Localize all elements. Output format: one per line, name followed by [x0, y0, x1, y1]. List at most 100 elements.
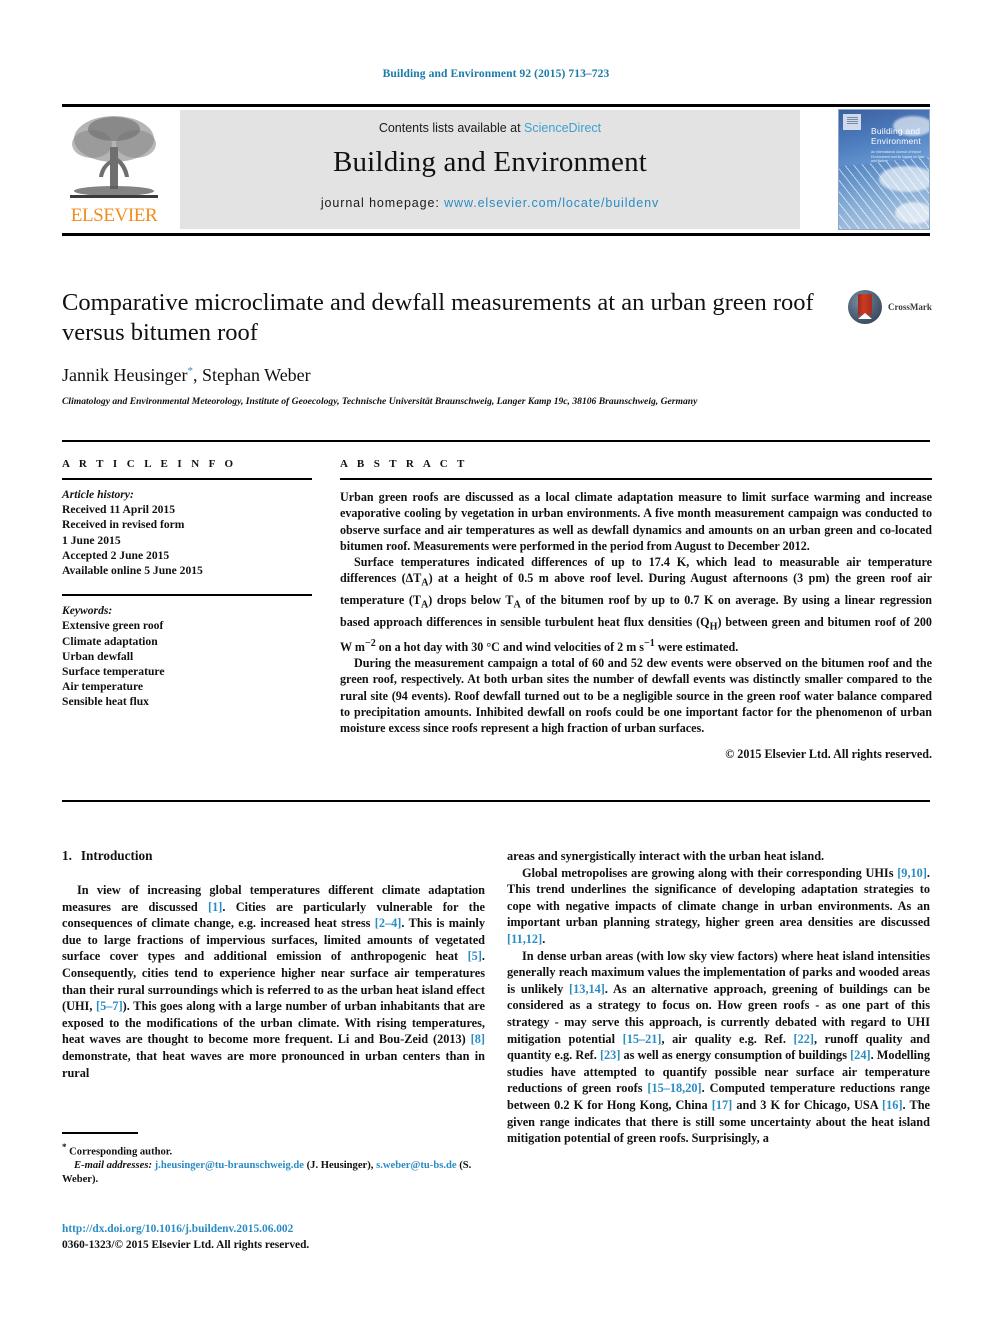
citation-link[interactable]: [2–4] — [375, 916, 402, 930]
keywords-label: Keywords: — [62, 604, 113, 618]
article-info-heading: A R T I C L E I N F O — [62, 458, 237, 470]
superscript-minus1: −1 — [644, 637, 655, 649]
citation-link[interactable]: [11,12] — [507, 932, 542, 946]
keywords-list: Keywords: Extensive green roof Climate a… — [62, 603, 312, 709]
keyword-item: Sensible heat flux — [62, 695, 149, 709]
email-addresses: E-mail addresses: j.heusinger@tu-braunsc… — [62, 1159, 485, 1187]
corresponding-author-label: Corresponding author. — [66, 1146, 173, 1158]
citation-link[interactable]: [5] — [468, 949, 482, 963]
text-frag: demonstrate, that heat waves are more pr… — [62, 1048, 485, 1080]
citation-link[interactable]: [13,14] — [569, 982, 605, 996]
sciencedirect-link[interactable]: ScienceDirect — [524, 121, 601, 135]
homepage-prefix: journal homepage: — [320, 196, 445, 210]
subscript-A: A — [513, 599, 521, 611]
text-frag: as well as energy consumption of buildin… — [620, 1048, 851, 1063]
keyword-item: Climate adaptation — [62, 634, 158, 648]
cover-cloud-icon — [895, 202, 929, 224]
email-link-1[interactable]: j.heusinger@tu-braunschweig.de — [155, 1160, 304, 1171]
citation-link[interactable]: [5–7] — [96, 999, 123, 1013]
abstract-body: Urban green roofs are discussed as a loc… — [340, 489, 932, 763]
cover-elsevier-mark — [843, 114, 861, 130]
journal-title: Building and Environment — [332, 146, 648, 178]
paper-page: Building and Environment 92 (2015) 713–7… — [0, 0, 992, 1323]
citation-link[interactable]: [8] — [471, 1032, 485, 1046]
section-title-introduction: 1. Introduction — [62, 848, 485, 864]
crossmark-arrow-icon — [858, 313, 872, 319]
citation-link[interactable]: [1] — [208, 900, 222, 914]
citation-link[interactable]: [9,10] — [897, 866, 927, 880]
footnote-block: * Corresponding author. E-mail addresses… — [62, 1132, 485, 1187]
text-frag: and 3 K for Chicago, USA — [732, 1097, 883, 1112]
paragraph: In dense urban areas (with low sky view … — [507, 948, 930, 1147]
abstract-paragraph: During the measurement campaign a total … — [340, 655, 932, 736]
citation-link[interactable]: [24] — [850, 1048, 871, 1062]
cover-cloud-icon — [879, 166, 929, 192]
crossmark-icon — [848, 290, 882, 324]
paragraph: areas and synergistically interact with … — [507, 849, 825, 863]
history-item: Available online 5 June 2015 — [62, 564, 203, 578]
journal-homepage-link[interactable]: www.elsevier.com/locate/buildenv — [444, 196, 659, 210]
journal-homepage-line: journal homepage: www.elsevier.com/locat… — [180, 196, 800, 210]
keyword-item: Surface temperature — [62, 665, 165, 679]
abstract-heading: A B S T R A C T — [340, 458, 468, 470]
body-column-left: 1. Introduction In view of increasing glo… — [62, 848, 485, 1081]
email-owner-1: (J. Heusinger), — [304, 1160, 377, 1172]
authors-names: Jannik Heusinger — [62, 365, 188, 385]
abstract-paragraph: Urban green roofs are discussed as a loc… — [340, 490, 932, 553]
crossmark-book-icon — [858, 294, 872, 315]
citation-link[interactable]: [23] — [600, 1048, 621, 1062]
text-frag: , air quality e.g. Ref. — [661, 1031, 794, 1046]
elsevier-logo: ELSEVIER — [62, 109, 166, 231]
cover-subtitle: An International Journal of Indoor Envir… — [871, 150, 925, 164]
footer-block: http://dx.doi.org/10.1016/j.buildenv.201… — [62, 1222, 532, 1253]
footnote-text: * Corresponding author. E-mail addresses… — [62, 1140, 485, 1188]
introduction-text-right: areas and synergistically interact with … — [507, 848, 930, 1147]
citation-link[interactable]: [16] — [882, 1098, 903, 1112]
author-list: Jannik Heusinger*, Stephan Weber — [62, 365, 832, 386]
keyword-item: Urban dewfall — [62, 649, 134, 663]
journal-masthead: ELSEVIER Contents lists available at Sci… — [62, 104, 930, 236]
doi-link[interactable]: http://dx.doi.org/10.1016/j.buildenv.201… — [62, 1222, 532, 1238]
contents-prefix: Contents lists available at — [378, 121, 525, 135]
keyword-item: Air temperature — [62, 680, 144, 694]
history-item: Received in revised form — [62, 518, 185, 532]
divider-below-abstract — [62, 800, 930, 802]
citation-link[interactable]: [15–21] — [623, 1032, 662, 1046]
running-head: Building and Environment 92 (2015) 713–7… — [382, 68, 610, 80]
cover-title-line2: Environment — [871, 136, 921, 146]
divider — [340, 478, 932, 480]
footnote-divider — [62, 1132, 138, 1134]
paragraph: Global metropolises are growing along wi… — [507, 865, 930, 948]
section-number: 1. — [62, 848, 72, 863]
abstract-paragraph: Surface temperatures indicated differenc… — [340, 554, 932, 655]
crossmark-badge[interactable]: CrossMark — [848, 290, 938, 326]
affiliation: Climatology and Environmental Meteorolog… — [62, 396, 698, 407]
divider — [62, 478, 312, 480]
citation-link[interactable]: [22] — [793, 1032, 814, 1046]
article-info-section: A R T I C L E I N F O Article history: R… — [62, 458, 312, 710]
email-link-2[interactable]: s.weber@tu-bs.de — [376, 1160, 456, 1171]
history-item: 1 June 2015 — [62, 533, 121, 547]
abstract-frag: on a hot day with 30 °C and wind velocit… — [375, 639, 645, 654]
divider — [62, 594, 312, 597]
page-title: Comparative microclimate and dewfall mea… — [62, 289, 814, 346]
journal-cover-thumbnail: Building and Environment An Internationa… — [838, 109, 930, 230]
citation-link[interactable]: [15–18,20] — [647, 1081, 701, 1095]
issn-copyright: 0360-1323/© 2015 Elsevier Ltd. All right… — [62, 1238, 310, 1251]
history-item: Received 11 April 2015 — [62, 503, 176, 517]
email-label: E-mail addresses: — [74, 1160, 152, 1172]
copyright-line: © 2015 Elsevier Ltd. All rights reserved… — [725, 747, 932, 762]
sciencedirect-band: Contents lists available at ScienceDirec… — [180, 110, 800, 229]
keyword-item: Extensive green roof — [62, 619, 164, 633]
cover-title: Building and Environment — [871, 126, 921, 146]
text-frag: ). This goes along with a large number o… — [62, 999, 485, 1047]
citation-link[interactable]: [17] — [712, 1098, 733, 1112]
body-column-right: areas and synergistically interact with … — [507, 848, 930, 1147]
superscript-minus2: −2 — [364, 637, 376, 649]
authors-rest: , Stephan Weber — [192, 365, 311, 385]
article-history: Article history: Received 11 April 2015 … — [62, 487, 312, 578]
corresponding-author-note: * Corresponding author. — [62, 1140, 485, 1160]
abstract-section: A B S T R A C T Urban green roofs are di… — [340, 458, 932, 763]
section-label: Introduction — [80, 848, 153, 863]
